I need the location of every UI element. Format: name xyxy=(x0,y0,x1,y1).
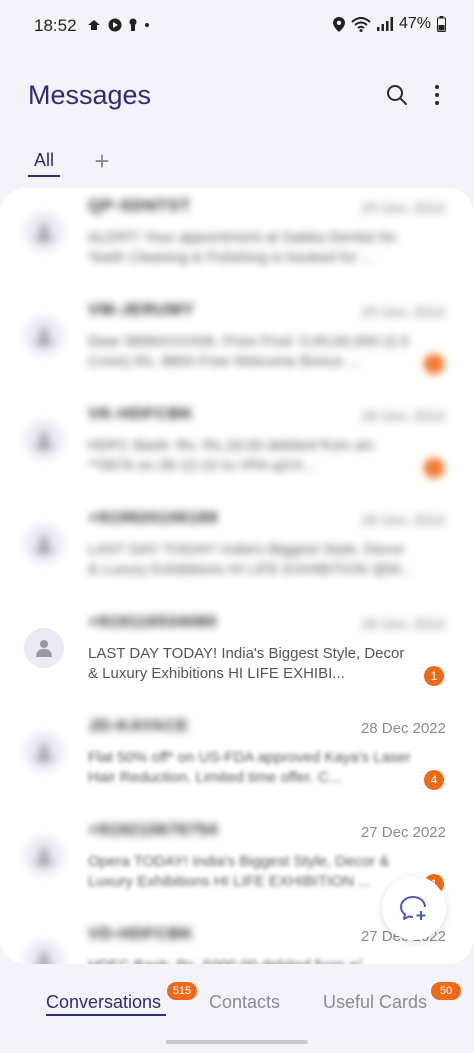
status-bar: 18:52 47% xyxy=(0,0,474,52)
sender-name: +919116534080 xyxy=(88,612,217,631)
message-preview: HDFC Bank: Rs. Rs.18.00 debited from a/c… xyxy=(88,437,375,474)
battery-icon xyxy=(437,16,446,32)
message-date: 29 Dec 2022 xyxy=(360,304,446,321)
message-preview: Flat 50% off* on US-FDA approved Kaya's … xyxy=(88,749,411,786)
sender-name: JD-KAYACE xyxy=(88,716,189,735)
sender-name: VD-HDFCBK xyxy=(88,924,194,943)
signal-icon xyxy=(376,17,393,31)
location-icon xyxy=(332,16,345,32)
gesture-handle[interactable] xyxy=(166,1040,308,1044)
tab-contacts[interactable]: Contacts xyxy=(209,992,280,1013)
person-icon xyxy=(36,536,52,553)
play-icon xyxy=(108,18,122,32)
unread-badge: 1 xyxy=(424,458,444,478)
person-icon xyxy=(36,640,52,657)
message-date: 28 Dec 2022 xyxy=(360,720,446,737)
unread-badge: 1 xyxy=(424,666,444,686)
avatar xyxy=(24,212,64,252)
conversation-list[interactable]: QP-SDNTST 29 Dec 2022 ALERT! Your appoin… xyxy=(0,188,474,964)
unread-badge: 1 xyxy=(424,354,444,374)
avatar xyxy=(24,732,64,772)
more-options-button[interactable] xyxy=(424,80,450,110)
tab-conversations[interactable]: Conversations xyxy=(46,992,161,1013)
cloud-icon xyxy=(88,20,100,30)
message-date: 28 Dec 2022 xyxy=(360,512,446,529)
start-chat-button[interactable] xyxy=(382,876,446,940)
message-preview: LAST DAY TODAY! India's Biggest Style, D… xyxy=(88,645,405,682)
avatar xyxy=(24,420,64,460)
list-item[interactable]: VM-JERUMY 29 Dec 2022 Dear 9896XXXX06, P… xyxy=(0,292,474,396)
person-icon xyxy=(36,744,52,761)
message-preview: HDFC Bank: Rs. 5000.00 debited from a/ .… xyxy=(88,956,413,964)
message-preview: Dear 9896XXXX06, Prize Pool: 5,00,00,000… xyxy=(88,333,410,370)
list-item[interactable]: +919920106189 28 Dec 2022 LAST DAY TODAY… xyxy=(0,500,474,604)
tab-all[interactable]: All xyxy=(28,150,60,177)
avatar xyxy=(24,316,64,356)
sender-name: QP-SDNTST xyxy=(88,196,191,215)
more-vert-icon xyxy=(435,85,439,105)
avatar xyxy=(24,524,64,564)
person-icon xyxy=(36,224,52,241)
wifi-icon xyxy=(351,16,371,32)
person-icon xyxy=(36,848,52,865)
new-chat-icon xyxy=(400,896,426,920)
page-title: Messages xyxy=(28,80,152,110)
tab-useful-cards[interactable]: Useful Cards xyxy=(323,992,427,1013)
message-preview: LAST DAY TODAY! India's Biggest Style, D… xyxy=(88,541,413,578)
notification-icons xyxy=(86,18,150,32)
avatar xyxy=(24,940,64,964)
person-icon xyxy=(36,432,52,449)
message-date: 28 Dec 2022 xyxy=(360,616,446,633)
active-tab-indicator xyxy=(46,1014,166,1016)
status-time: 18:52 xyxy=(34,16,77,35)
avatar xyxy=(24,628,64,668)
list-item[interactable]: QP-SDNTST 29 Dec 2022 ALERT! Your appoin… xyxy=(0,188,474,292)
conversations-count-badge: 515 xyxy=(167,982,197,1000)
search-icon xyxy=(387,85,407,105)
message-preview: Opera TODAY! India's Biggest Style, Deco… xyxy=(88,853,390,890)
person-icon xyxy=(37,952,51,964)
add-category-button[interactable]: + xyxy=(90,146,114,177)
sender-name: +919920106189 xyxy=(88,508,218,527)
message-date: 29 Dec 2022 xyxy=(360,200,446,217)
list-item[interactable]: VK-HDFCBK 28 Dec 2022 HDFC Bank: Rs. Rs.… xyxy=(0,396,474,500)
message-preview: ALERT! Your appointment at Sabka Dentist… xyxy=(88,229,398,266)
message-date: 28 Dec 2022 xyxy=(360,408,446,425)
keyhole-icon xyxy=(129,18,137,31)
avatar xyxy=(24,836,64,876)
system-icons: 47% xyxy=(332,15,446,33)
sender-name: VM-JERUMY xyxy=(88,300,195,319)
search-button[interactable] xyxy=(382,80,412,110)
message-date: 27 Dec 2022 xyxy=(360,824,446,841)
battery-percent: 47% xyxy=(398,15,431,32)
list-item[interactable]: JD-KAYACE 28 Dec 2022 Flat 50% off* on U… xyxy=(0,708,474,812)
sender-name: +919210676754 xyxy=(88,820,218,839)
sender-name: VK-HDFCBK xyxy=(88,404,194,423)
list-item[interactable]: +919116534080 28 Dec 2022 LAST DAY TODAY… xyxy=(0,604,474,708)
dot-icon xyxy=(145,23,149,27)
useful-cards-count-badge: 50 xyxy=(431,982,461,1000)
unread-badge: 4 xyxy=(424,770,444,790)
person-icon xyxy=(36,328,52,345)
